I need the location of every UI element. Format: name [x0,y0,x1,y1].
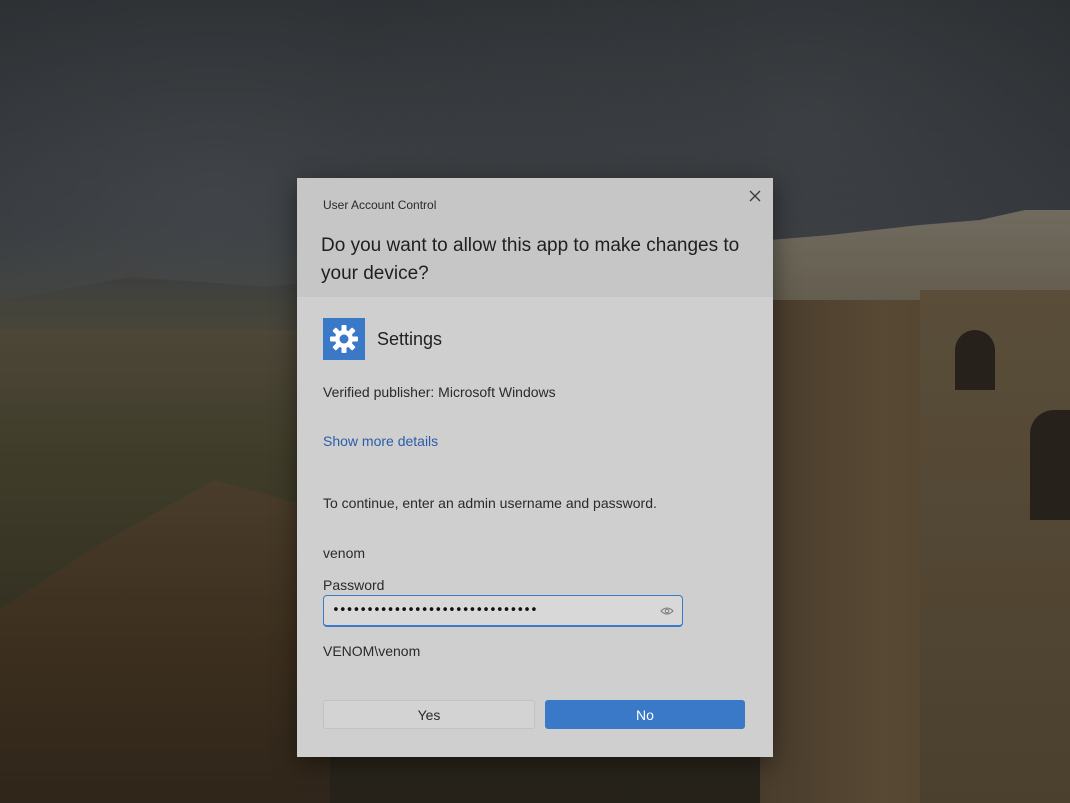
gear-icon [330,325,358,353]
username-label: venom [323,545,366,561]
app-name: Settings [377,328,443,349]
settings-app-icon [323,318,365,360]
eye-icon [660,607,674,615]
close-button[interactable] [745,186,765,206]
yes-button[interactable]: Yes [323,700,535,729]
dialog-question: Do you want to allow this app to make ch… [321,235,740,284]
app-info: Settings [323,318,442,360]
show-more-details-link[interactable]: Show more details [323,433,438,449]
dialog-title: User Account Control [323,198,437,212]
uac-dialog: User Account Control Do you want to allo… [297,178,773,757]
no-button[interactable]: No [545,700,745,729]
domain-user: VENOM\venom [323,643,421,659]
credential-instruction: To continue, enter an admin username and… [323,495,657,511]
password-input[interactable] [323,595,683,627]
dialog-header: User Account Control Do you want to allo… [297,178,773,297]
verified-publisher: Verified publisher: Microsoft Windows [323,384,556,400]
reveal-password-button[interactable] [659,603,675,619]
close-icon [749,190,761,202]
password-label: Password [323,577,385,593]
